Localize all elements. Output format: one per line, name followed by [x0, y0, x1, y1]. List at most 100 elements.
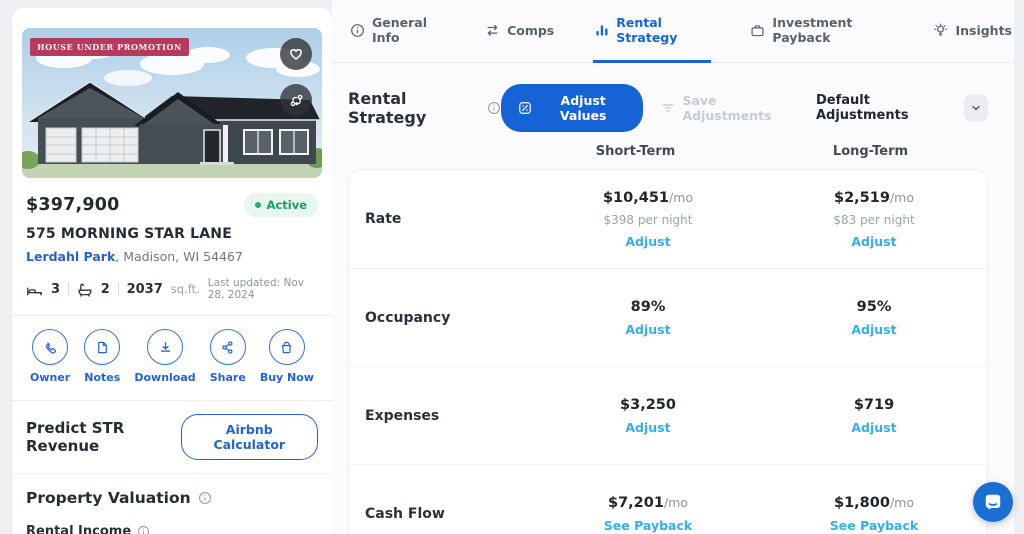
notes-button[interactable]: Notes [84, 329, 120, 384]
cell-value: 95% [857, 299, 892, 315]
info-icon[interactable] [487, 101, 501, 115]
owner-button[interactable]: Owner [30, 329, 70, 384]
chevron-down-icon[interactable] [964, 95, 988, 121]
predict-str-title: Predict STR Revenue [26, 419, 181, 455]
buy-now-label: Buy Now [260, 371, 314, 384]
beds-count: 3 [51, 282, 60, 297]
property-address: 575 MORNING STAR LANE [26, 226, 318, 242]
short-term-cell: $3,250 Adjust [535, 397, 761, 435]
info-icon[interactable] [198, 491, 212, 505]
phone-icon [32, 329, 68, 365]
cell-value-suffix: /mo [664, 495, 688, 510]
cell-value: $2,519 [834, 190, 890, 206]
property-location: Lerdahl Park, Madison, WI 54467 [26, 249, 318, 264]
long-term-cell: 95% Adjust [761, 299, 987, 337]
tab-bar: General Info Comps Rental Strategy Inves… [332, 0, 1014, 63]
cell-value: $3,250 [620, 397, 676, 413]
long-term-cell: $2,519/mo $83 per night Adjust [761, 190, 987, 249]
adjust-link[interactable]: Adjust [625, 322, 670, 337]
see-payback-link[interactable]: See Payback [604, 518, 692, 533]
info-icon[interactable] [137, 525, 150, 534]
compare-route-button[interactable] [280, 84, 312, 116]
cell-value-suffix: /mo [890, 190, 914, 205]
status-badge: Active [244, 193, 318, 217]
favorite-button[interactable] [280, 38, 312, 70]
owner-label: Owner [30, 371, 70, 384]
valuation-title: Property Valuation [26, 489, 191, 507]
long-term-cell: $719 Adjust [761, 397, 987, 435]
share-button[interactable]: Share [210, 329, 246, 384]
cell-value-suffix: /mo [669, 190, 693, 205]
strategy-header: Rental Strategy Adjust Values Save Adjus [332, 84, 1014, 132]
tab-comps[interactable]: Comps [483, 0, 556, 63]
neighborhood-link[interactable]: Lerdahl Park [26, 249, 115, 264]
tab-rental-strategy[interactable]: Rental Strategy [593, 0, 711, 63]
adjust-link[interactable]: Adjust [851, 420, 896, 435]
download-icon [147, 329, 183, 365]
share-icon [210, 329, 246, 365]
download-label: Download [134, 371, 195, 384]
tab-insights[interactable]: Insights [931, 0, 1014, 63]
lightbulb-icon [933, 23, 948, 38]
buy-now-button[interactable]: Buy Now [260, 329, 314, 384]
status-label: Active [267, 198, 307, 212]
rental-income-title: Rental Income [26, 524, 131, 534]
tab-investment-payback[interactable]: Investment Payback [748, 0, 894, 63]
last-updated: Last updated: Nov 28, 2024 [208, 277, 318, 301]
adjust-link[interactable]: Adjust [625, 234, 670, 249]
short-term-cell: $7,201/mo See Payback [535, 495, 761, 533]
sqft-value: 2037 [127, 282, 163, 297]
filter-lines-icon [661, 101, 675, 115]
info-icon [350, 23, 365, 38]
compare-route-icon [289, 93, 304, 108]
bar-chart-icon [595, 23, 609, 37]
divider [68, 282, 69, 296]
adjustments-preset-dropdown[interactable]: Default Adjustments [816, 93, 988, 123]
chat-widget-button[interactable] [973, 482, 1013, 522]
row-label: Expenses [365, 408, 535, 424]
adjust-link[interactable]: Adjust [851, 234, 896, 249]
cell-value: 89% [631, 299, 666, 315]
note-icon [84, 329, 120, 365]
table-row-cash-flow: Cash Flow $7,201/mo See Payback $1,800/m… [349, 464, 987, 534]
cell-subtext: $83 per night [833, 213, 914, 227]
see-payback-link[interactable]: See Payback [830, 518, 918, 533]
cell-value-suffix: /mo [890, 495, 914, 510]
adjust-link[interactable]: Adjust [625, 420, 670, 435]
row-label: Rate [365, 211, 535, 227]
tab-label: Investment Payback [772, 15, 892, 45]
strategy-table: Rate $10,451/mo $398 per night Adjust $2… [348, 169, 988, 534]
preset-selected-value: Default Adjustments [816, 93, 954, 123]
save-adjustments-button[interactable]: Save Adjustments [661, 93, 798, 123]
status-dot-icon [255, 202, 261, 208]
tab-label: Insights [955, 23, 1012, 38]
tab-general-info[interactable]: General Info [348, 0, 446, 63]
long-term-column-header: Long-Term [753, 144, 988, 159]
bed-icon [26, 282, 43, 297]
promotion-banner: HOUSE UNDER PROMOTION [30, 38, 189, 56]
notes-label: Notes [84, 371, 120, 384]
tab-label: General Info [372, 15, 444, 45]
cell-value: $10,451 [603, 190, 669, 206]
download-button[interactable]: Download [134, 329, 195, 384]
compare-arrows-icon [485, 23, 500, 38]
cell-value: $1,800 [834, 495, 890, 511]
property-stats: 3 2 2037 sq.ft. Last updated: Nov 28, 20… [26, 277, 318, 301]
chat-icon [983, 492, 1003, 512]
adjust-values-button[interactable]: Adjust Values [501, 84, 644, 132]
long-term-cell: $1,800/mo See Payback [761, 495, 987, 533]
property-photo: HOUSE UNDER PROMOTION [22, 28, 322, 178]
tab-label: Comps [507, 23, 554, 38]
airbnb-calculator-button[interactable]: Airbnb Calculator [181, 414, 318, 460]
adjust-values-label: Adjust Values [540, 93, 627, 123]
main-content: General Info Comps Rental Strategy Inves… [332, 0, 1014, 534]
table-row-occupancy: Occupancy 89% Adjust 95% Adjust [349, 268, 987, 366]
cell-value: $719 [854, 397, 894, 413]
bag-icon [269, 329, 305, 365]
cell-value: $7,201 [608, 495, 664, 511]
city-state-zip: , Madison, WI 54467 [115, 249, 243, 264]
cell-subtext: $398 per night [604, 213, 693, 227]
divider [118, 282, 119, 296]
adjust-link[interactable]: Adjust [851, 322, 896, 337]
heart-icon [288, 46, 304, 62]
